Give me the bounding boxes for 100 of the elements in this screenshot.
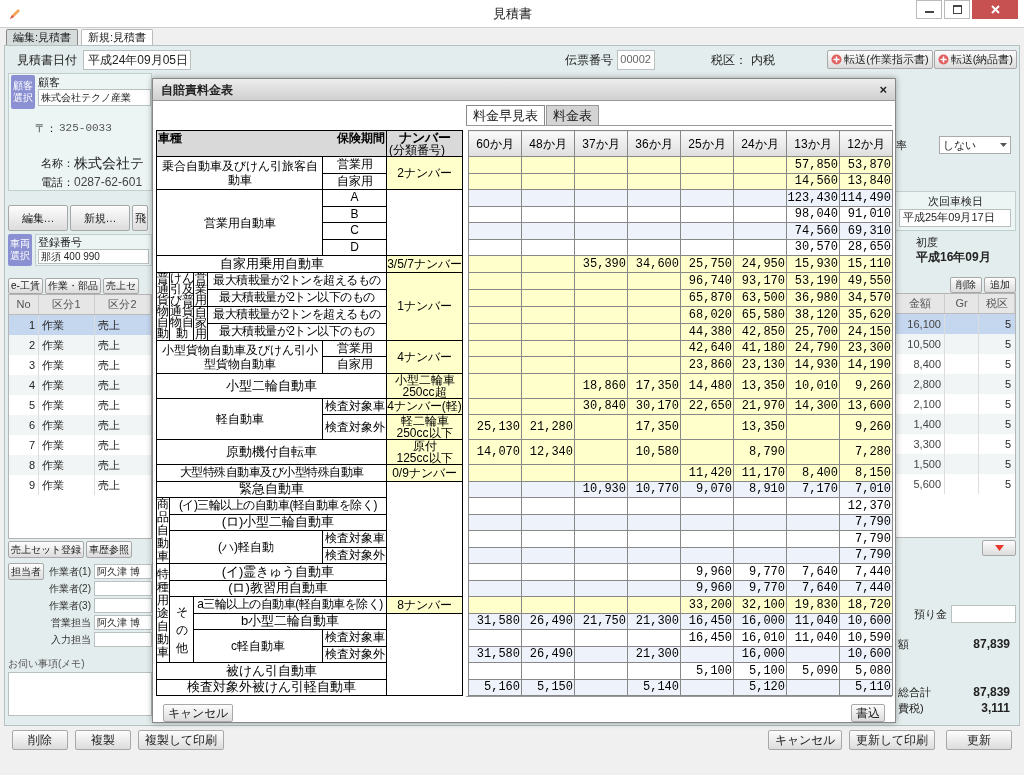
input-field[interactable]: 00002 [617,49,656,70]
button[interactable]: 更新して印刷 [849,730,935,750]
button[interactable]: 書込 [851,704,885,722]
table-cell-text: 5 [1003,436,1012,452]
amount-value: 87,839 [973,636,1010,653]
button[interactable]: 複製して印刷 [138,730,224,750]
tab[interactable]: e-工賃 [8,278,43,294]
triangle-down-icon [994,545,1004,551]
registration-label: 登録番号 [38,235,83,249]
input-field[interactable]: 平成25年09月17日 [899,208,1011,227]
table-cell-text: 5 [1003,376,1012,392]
input-field[interactable]: 平成24年09月05日 [83,49,191,70]
total-label: 総合計 [898,684,931,700]
button[interactable]: 削除 [950,277,982,293]
table-row[interactable]: 1,500 5 [895,454,1015,474]
column-header: 12か月 [839,130,893,157]
table-cell-text: 営業用自動車 [202,215,277,230]
column-header: 車種 [158,131,182,145]
minimize-button[interactable] [916,0,942,19]
button[interactable]: 担当者 [8,563,44,580]
dropdown[interactable]: しない [939,136,1011,154]
inspection-label: 次回車検日 [927,195,983,207]
table-cell-text: 5 [1003,456,1012,472]
transfer-button[interactable]: 転送(作業指示書) [827,50,933,69]
table-cell: 特種用途自動車 [157,567,169,659]
tab[interactable]: 作業・部品 [44,278,101,294]
table-cell-text: 4ナンバー [396,350,453,363]
tab[interactable]: 売上セ [102,278,139,294]
button[interactable]: 売上セット登録 [8,541,84,558]
table-cell-text: 売上 [97,457,121,473]
button[interactable]: 新規… [70,205,130,231]
table-row[interactable]: 16,100 5 [895,314,1015,334]
table-row[interactable]: 1 作業 売上 [9,315,151,335]
input-field[interactable]: 株式会社テクノ産業 [38,89,151,106]
input-field[interactable]: 阿久津 博 [94,615,152,630]
memo-label: お伺い事項(メモ) [8,658,86,670]
memo-field[interactable] [8,672,152,716]
button[interactable]: 更新 [946,730,1012,750]
column-header: 37か月 [574,130,628,157]
field-label: 営業担当 [50,616,92,630]
maximize-button[interactable] [944,0,970,19]
tab[interactable]: 料金表 [546,105,599,125]
button[interactable]: 車歴参照 [86,541,132,558]
column-header: 25か月 [680,130,734,157]
input-field[interactable] [951,605,1016,623]
input-field[interactable] [94,632,152,647]
table-cell: 検査対象外 [323,548,386,562]
table-cell-text: 売上 [97,337,121,353]
table-row[interactable]: 2,800 5 [895,374,1015,394]
table-row[interactable]: 10,500 5 [895,334,1015,354]
column-header: 24か月 [733,130,787,157]
table-row[interactable]: 1,400 5 [895,414,1015,434]
table-cell-text: 自家用 [335,174,374,188]
tab[interactable]: 新規:見積書 [81,29,154,45]
tab[interactable]: 編集:見積書 [6,29,79,45]
table-cell-text: 原動機付自転車 [225,445,318,459]
button[interactable]: 削除 [12,730,68,750]
table-row[interactable]: 8 作業 売上 [9,455,151,475]
button[interactable]: 編集… [8,205,68,231]
table-cell: 検査対象外 [323,420,386,434]
tax-label: 税区： [711,51,748,69]
input-field[interactable] [94,581,152,596]
table-cell-text: 小型二輪車 250cc超 [393,373,456,398]
table-cell-text: その他 [175,603,188,657]
table-cell-text: 売上 [97,377,121,393]
column-header: 36か月 [627,130,681,157]
table-cell-text: 0/9ナンバー [391,466,458,479]
close-button[interactable] [972,0,1018,19]
button[interactable]: キャンセル [163,704,233,722]
column-header: 48か月 [521,130,575,157]
table-cell-text: 大型特殊自動車及び小型特殊自動車 [178,466,365,480]
table-cell-text: 5 [1003,336,1012,352]
table-row[interactable]: 4 作業 売上 [9,375,151,395]
button[interactable]: 複製 [75,730,131,750]
table-cell-text: 営業用 [335,341,374,355]
table-cell-text: C [349,224,360,238]
table-cell-text: 売上 [97,317,121,333]
amount-label: 額 [898,636,909,652]
table-cell-text: 自家用 [335,358,374,372]
input-field[interactable]: 那須 400 990 [38,249,149,264]
button[interactable]: キャンセル [768,730,842,750]
date-label: 見積書日付 [17,51,77,69]
input-field[interactable] [94,598,152,613]
table-cell: けん引及び普通貨物自動 [170,273,194,339]
table-row[interactable]: 2 作業 売上 [9,335,151,355]
table-row[interactable]: 6 作業 売上 [9,415,151,435]
table-cell-text: B [349,207,360,221]
scroll-down-button[interactable] [982,540,1016,556]
table-cell: 検査対象車 [323,631,386,645]
transfer-button[interactable]: 転送(納品書) [933,50,1017,69]
table-cell-text: (ハ)軽自動 [217,540,275,554]
button[interactable]: 飛 [132,205,148,231]
tab[interactable]: 料金早見表 [466,105,545,125]
tax-label: 費税) [898,700,924,716]
table-cell-text: 2ナンバー [396,167,453,179]
table-cell-text: A [349,191,360,205]
input-field[interactable]: 阿久津 博 [94,564,152,579]
table-cell: 商品自動車 [157,498,169,563]
button[interactable]: 追加 [984,277,1016,293]
close-button[interactable]: × [879,83,887,96]
